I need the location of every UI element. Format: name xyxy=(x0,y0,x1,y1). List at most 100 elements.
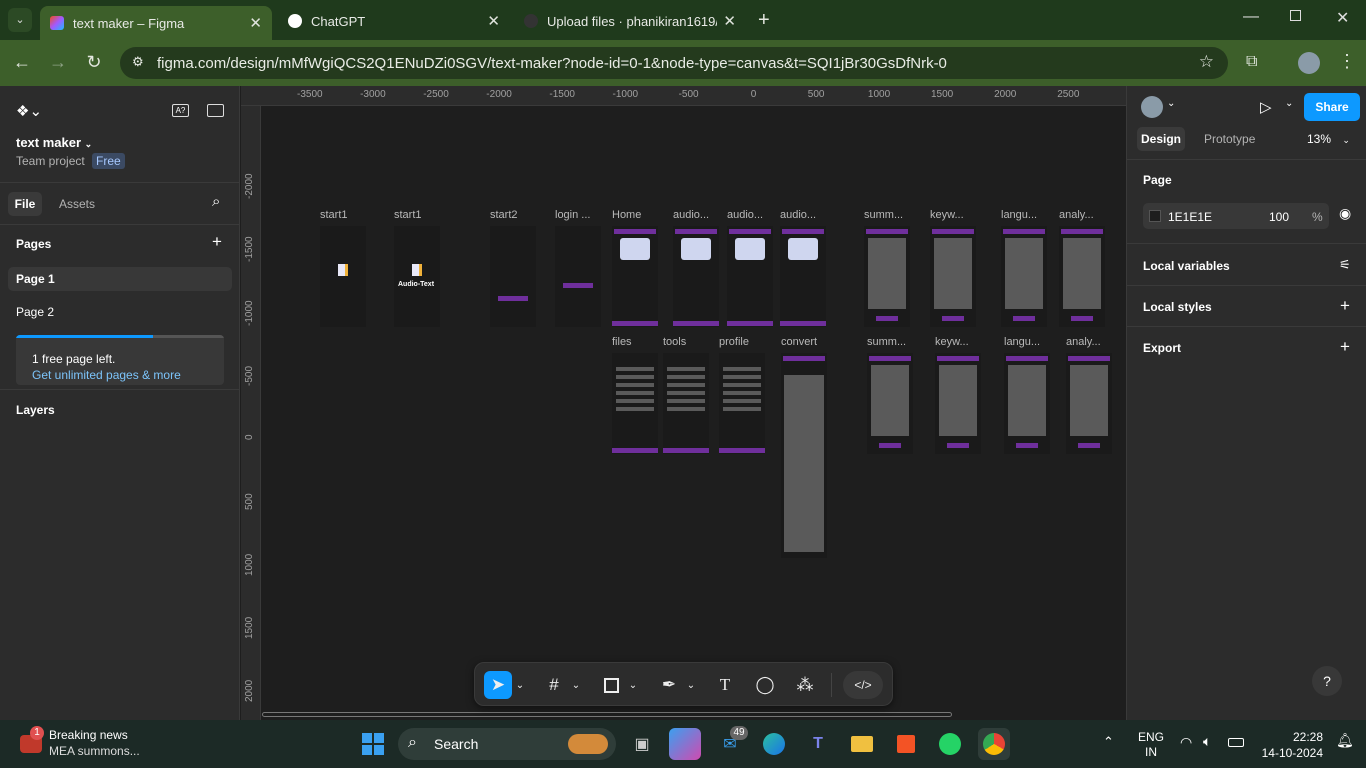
wifi-icon[interactable]: ◠ xyxy=(1180,734,1192,751)
design-frame[interactable] xyxy=(1004,353,1050,454)
copilot-icon[interactable] xyxy=(669,728,701,760)
new-tab-button[interactable]: + xyxy=(758,9,770,32)
frame-label[interactable]: start1 xyxy=(320,209,376,221)
page-color-value[interactable]: 1E1E1E xyxy=(1168,210,1212,224)
design-frame[interactable] xyxy=(719,353,765,454)
bookmark-star-icon[interactable]: ☆ xyxy=(1199,52,1214,72)
pen-tool-button[interactable]: ✒ xyxy=(655,671,683,699)
design-frame[interactable] xyxy=(864,226,910,327)
chevron-down-icon[interactable]: ⌄ xyxy=(513,671,527,699)
reload-icon[interactable]: ↻ xyxy=(82,52,106,73)
design-frame[interactable] xyxy=(781,353,827,558)
store-icon[interactable] xyxy=(890,728,922,760)
design-frame[interactable] xyxy=(1066,353,1112,454)
figma-main-menu-icon[interactable]: ❖⌄ xyxy=(16,102,42,120)
design-frame[interactable] xyxy=(490,226,536,327)
close-window-icon[interactable]: ✕ xyxy=(1336,8,1349,28)
tab-design[interactable]: Design xyxy=(1137,127,1185,151)
upsell-link[interactable]: Get unlimited pages & more xyxy=(32,368,181,382)
local-variables-row[interactable]: Local variables xyxy=(1143,259,1230,273)
design-frame[interactable] xyxy=(612,226,658,327)
mail-icon[interactable]: ✉ 49 xyxy=(714,726,748,760)
user-avatar[interactable] xyxy=(1141,96,1163,118)
whatsapp-icon[interactable] xyxy=(934,728,966,760)
design-frame[interactable] xyxy=(727,226,773,327)
notifications-icon[interactable]: 🔔︎ xyxy=(1336,732,1354,749)
back-icon[interactable]: ← xyxy=(10,52,34,73)
design-canvas[interactable]: -3500 -3000 -2500 -2000 -1500 -1000 -500 0 500 10… xyxy=(241,86,1126,720)
task-view-icon[interactable]: ▣ xyxy=(626,728,658,760)
frame-label[interactable]: analy... xyxy=(1059,209,1115,221)
forward-icon[interactable]: → xyxy=(46,52,70,73)
move-tool-button[interactable]: ➤ xyxy=(484,671,512,699)
edge-icon[interactable] xyxy=(758,728,790,760)
tab-github[interactable]: Upload files · phanikiran1619/fi ✕ xyxy=(514,6,746,36)
chevron-down-icon[interactable]: ⌄ xyxy=(1167,98,1175,109)
frame-label[interactable]: audio... xyxy=(673,209,729,221)
battery-icon[interactable] xyxy=(1228,738,1244,747)
chevron-down-icon[interactable]: ⌄ xyxy=(569,671,583,699)
clock[interactable]: 22:28 14-10-2024 xyxy=(1261,729,1323,761)
frame-label[interactable]: summ... xyxy=(864,209,920,221)
design-frame[interactable] xyxy=(1059,226,1105,327)
design-frame[interactable] xyxy=(673,226,719,327)
frame-label[interactable]: files xyxy=(612,336,668,348)
site-info-icon[interactable]: ⚙ xyxy=(132,54,144,70)
chevron-down-icon[interactable]: ⌄ xyxy=(1285,98,1293,109)
tab-search-button[interactable]: ⌄ xyxy=(8,8,32,32)
rectangle-tool-button[interactable] xyxy=(597,671,625,699)
variables-icon[interactable]: ⚟ xyxy=(1339,257,1351,273)
page-item-2[interactable]: Page 2 xyxy=(16,305,54,319)
actions-tool-button[interactable]: ⁂ xyxy=(791,671,819,699)
file-name[interactable]: text maker ⌄ xyxy=(16,135,92,150)
present-play-icon[interactable]: ▷ xyxy=(1260,98,1272,116)
dev-mode-toggle[interactable]: </> xyxy=(843,671,883,699)
comment-tool-button[interactable]: ◯ xyxy=(751,671,779,699)
text-tool-button[interactable]: T xyxy=(711,671,739,699)
visibility-eye-icon[interactable]: ◉ xyxy=(1339,205,1351,222)
frame-label[interactable]: keyw... xyxy=(935,336,991,348)
color-swatch[interactable] xyxy=(1149,210,1161,222)
frame-label[interactable]: keyw... xyxy=(930,209,986,221)
ui3-toggle-icon[interactable]: A? xyxy=(172,104,189,117)
page-item-1[interactable]: Page 1 xyxy=(8,267,232,291)
restore-icon[interactable] xyxy=(1290,10,1301,21)
frame-label[interactable]: start1 xyxy=(394,209,450,221)
frame-label[interactable]: Home xyxy=(612,209,668,221)
design-frame[interactable] xyxy=(612,353,658,454)
add-page-icon[interactable]: + xyxy=(212,232,222,252)
frame-label[interactable]: langu... xyxy=(1004,336,1060,348)
share-button[interactable]: Share xyxy=(1304,93,1360,121)
search-icon[interactable]: ⌕ xyxy=(212,193,220,210)
file-explorer-icon[interactable] xyxy=(846,728,878,760)
design-frame[interactable]: Audio-Text xyxy=(394,226,440,327)
export-row[interactable]: Export xyxy=(1143,341,1181,355)
design-frame[interactable] xyxy=(555,226,601,327)
design-frame[interactable] xyxy=(867,353,913,454)
help-button[interactable]: ? xyxy=(1312,666,1342,696)
frame-label[interactable]: audio... xyxy=(780,209,836,221)
frame-label[interactable]: convert xyxy=(781,336,837,348)
profile-avatar[interactable] xyxy=(1298,52,1320,74)
close-tab-icon[interactable]: ✕ xyxy=(723,12,736,30)
frame-label[interactable]: langu... xyxy=(1001,209,1057,221)
chevron-down-icon[interactable]: ⌄ xyxy=(684,671,698,699)
close-tab-icon[interactable]: ✕ xyxy=(249,14,262,32)
close-tab-icon[interactable]: ✕ xyxy=(487,12,500,30)
design-frame[interactable] xyxy=(935,353,981,454)
frame-label[interactable]: tools xyxy=(663,336,719,348)
address-bar[interactable]: ⚙ figma.com/design/mMfWgiQCS2Q1ENuDZi0SG… xyxy=(120,47,1228,79)
tab-figma[interactable]: text maker – Figma ✕ xyxy=(40,6,272,40)
horizontal-scrollbar[interactable] xyxy=(262,712,952,717)
add-export-icon[interactable]: + xyxy=(1340,337,1350,357)
design-frame[interactable] xyxy=(320,226,366,327)
tab-prototype[interactable]: Prototype xyxy=(1204,132,1255,146)
add-style-icon[interactable]: + xyxy=(1340,296,1350,316)
design-frame[interactable] xyxy=(1001,226,1047,327)
show-hidden-icons[interactable]: ⌃ xyxy=(1103,734,1114,750)
tab-chatgpt[interactable]: ChatGPT ✕ xyxy=(278,6,510,36)
language-indicator[interactable]: ENG IN xyxy=(1138,730,1164,760)
extensions-icon[interactable]: ⧉ xyxy=(1246,53,1257,71)
teams-icon[interactable]: T xyxy=(802,728,834,760)
frame-label[interactable]: login ... xyxy=(555,209,611,221)
